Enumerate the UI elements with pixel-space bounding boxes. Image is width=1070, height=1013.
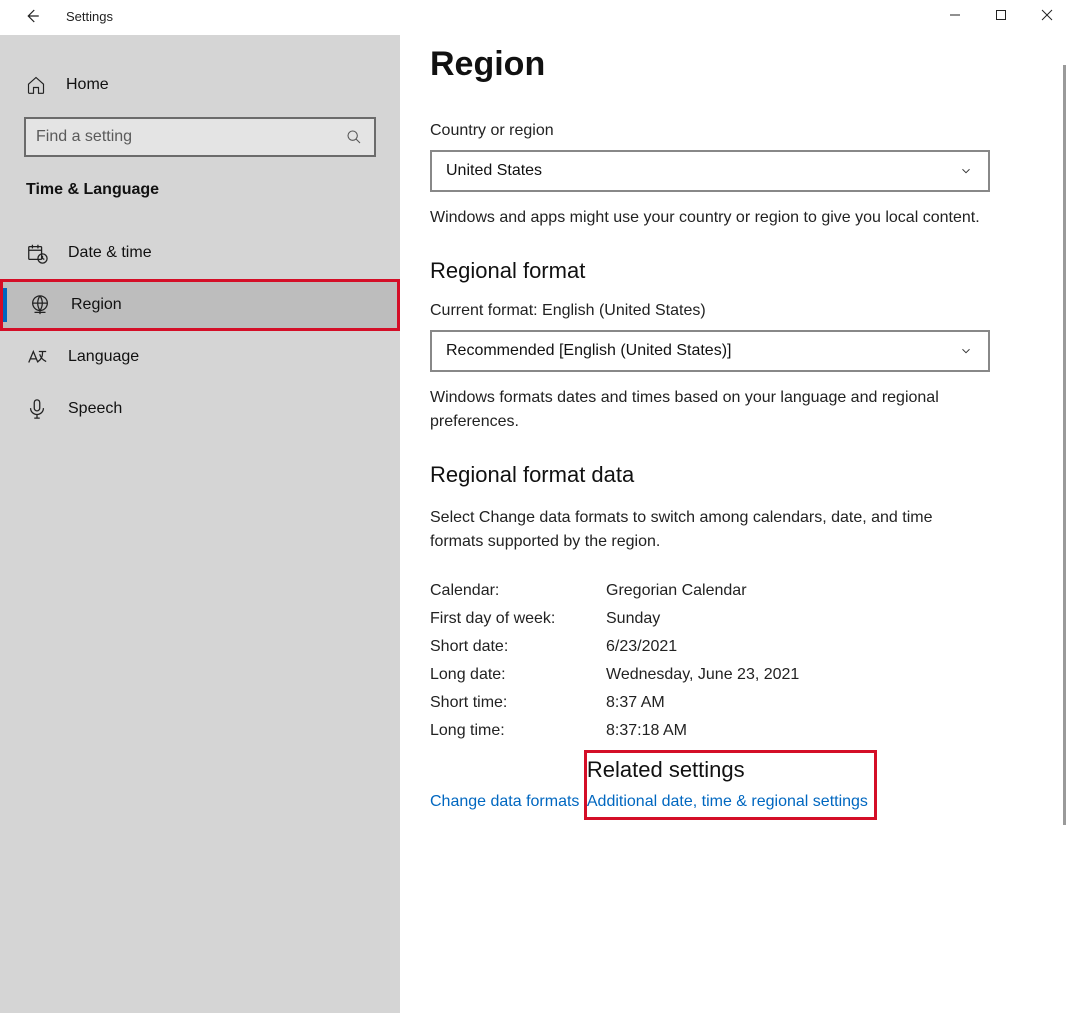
search-input[interactable]	[36, 128, 344, 146]
data-key: Short date:	[430, 638, 606, 656]
minimize-button[interactable]	[932, 0, 978, 30]
data-key: First day of week:	[430, 610, 606, 628]
data-row: Long time:8:37:18 AM	[430, 722, 1030, 740]
sidebar-item-label: Date & time	[68, 244, 152, 262]
content-area: Region Country or region United States W…	[400, 35, 1070, 1013]
data-value: 8:37 AM	[606, 694, 665, 712]
country-desc: Windows and apps might use your country …	[430, 206, 990, 230]
sidebar-item-label: Speech	[68, 400, 122, 418]
sidebar-section-title: Time & Language	[0, 181, 400, 199]
additional-settings-link[interactable]: Additional date, time & regional setting…	[587, 793, 868, 811]
chevron-down-icon	[958, 163, 974, 179]
data-row: Calendar:Gregorian Calendar	[430, 582, 1030, 600]
home-label: Home	[66, 76, 109, 94]
home-icon	[26, 75, 46, 95]
titlebar: Settings	[0, 0, 1070, 35]
sidebar-item-label: Language	[68, 348, 139, 366]
home-nav[interactable]: Home	[0, 75, 400, 95]
current-format-label: Current format: English (United States)	[430, 302, 1030, 320]
data-row: Short time:8:37 AM	[430, 694, 1030, 712]
globe-icon	[29, 294, 51, 316]
maximize-icon	[995, 9, 1007, 21]
data-key: Calendar:	[430, 582, 606, 600]
data-value: Wednesday, June 23, 2021	[606, 666, 799, 684]
data-value: Sunday	[606, 610, 660, 628]
page-title: Region	[430, 45, 1030, 84]
search-icon	[344, 127, 364, 147]
data-value: 8:37:18 AM	[606, 722, 687, 740]
regional-format-heading: Regional format	[430, 258, 1030, 284]
arrow-left-icon	[23, 7, 41, 25]
data-value: 6/23/2021	[606, 638, 677, 656]
change-data-formats-link[interactable]: Change data formats	[430, 793, 579, 811]
search-box[interactable]	[24, 117, 376, 157]
sidebar-item-language[interactable]: Language	[0, 331, 400, 383]
regional-format-data-desc: Select Change data formats to switch amo…	[430, 506, 990, 554]
regional-format-value: Recommended [English (United States)]	[446, 342, 958, 360]
minimize-icon	[949, 9, 961, 21]
related-settings-highlight: Related settings Additional date, time &…	[584, 750, 877, 820]
data-value: Gregorian Calendar	[606, 582, 747, 600]
sidebar-item-speech[interactable]: Speech	[0, 383, 400, 435]
regional-format-data-heading: Regional format data	[430, 462, 1030, 488]
regional-format-desc: Windows formats dates and times based on…	[430, 386, 990, 434]
calendar-clock-icon	[26, 242, 48, 264]
data-row: First day of week:Sunday	[430, 610, 1030, 628]
data-row: Long date:Wednesday, June 23, 2021	[430, 666, 1030, 684]
sidebar-item-region[interactable]: Region	[0, 279, 400, 331]
data-key: Long date:	[430, 666, 606, 684]
back-button[interactable]	[22, 6, 42, 26]
related-settings-heading: Related settings	[587, 757, 868, 783]
microphone-icon	[26, 398, 48, 420]
sidebar-item-label: Region	[71, 296, 122, 314]
close-icon	[1041, 9, 1053, 21]
country-value: United States	[446, 162, 958, 180]
chevron-down-icon	[958, 343, 974, 359]
sidebar-item-date-time[interactable]: Date & time	[0, 227, 400, 279]
maximize-button[interactable]	[978, 0, 1024, 30]
language-icon	[26, 346, 48, 368]
data-key: Long time:	[430, 722, 606, 740]
data-row: Short date:6/23/2021	[430, 638, 1030, 656]
sidebar: Home Time & Language Date & time	[0, 35, 400, 1013]
data-key: Short time:	[430, 694, 606, 712]
window-title: Settings	[66, 9, 113, 24]
regional-format-dropdown[interactable]: Recommended [English (United States)]	[430, 330, 990, 372]
country-label: Country or region	[430, 122, 1030, 140]
country-dropdown[interactable]: United States	[430, 150, 990, 192]
scrollbar[interactable]	[1063, 65, 1066, 825]
close-button[interactable]	[1024, 0, 1070, 30]
